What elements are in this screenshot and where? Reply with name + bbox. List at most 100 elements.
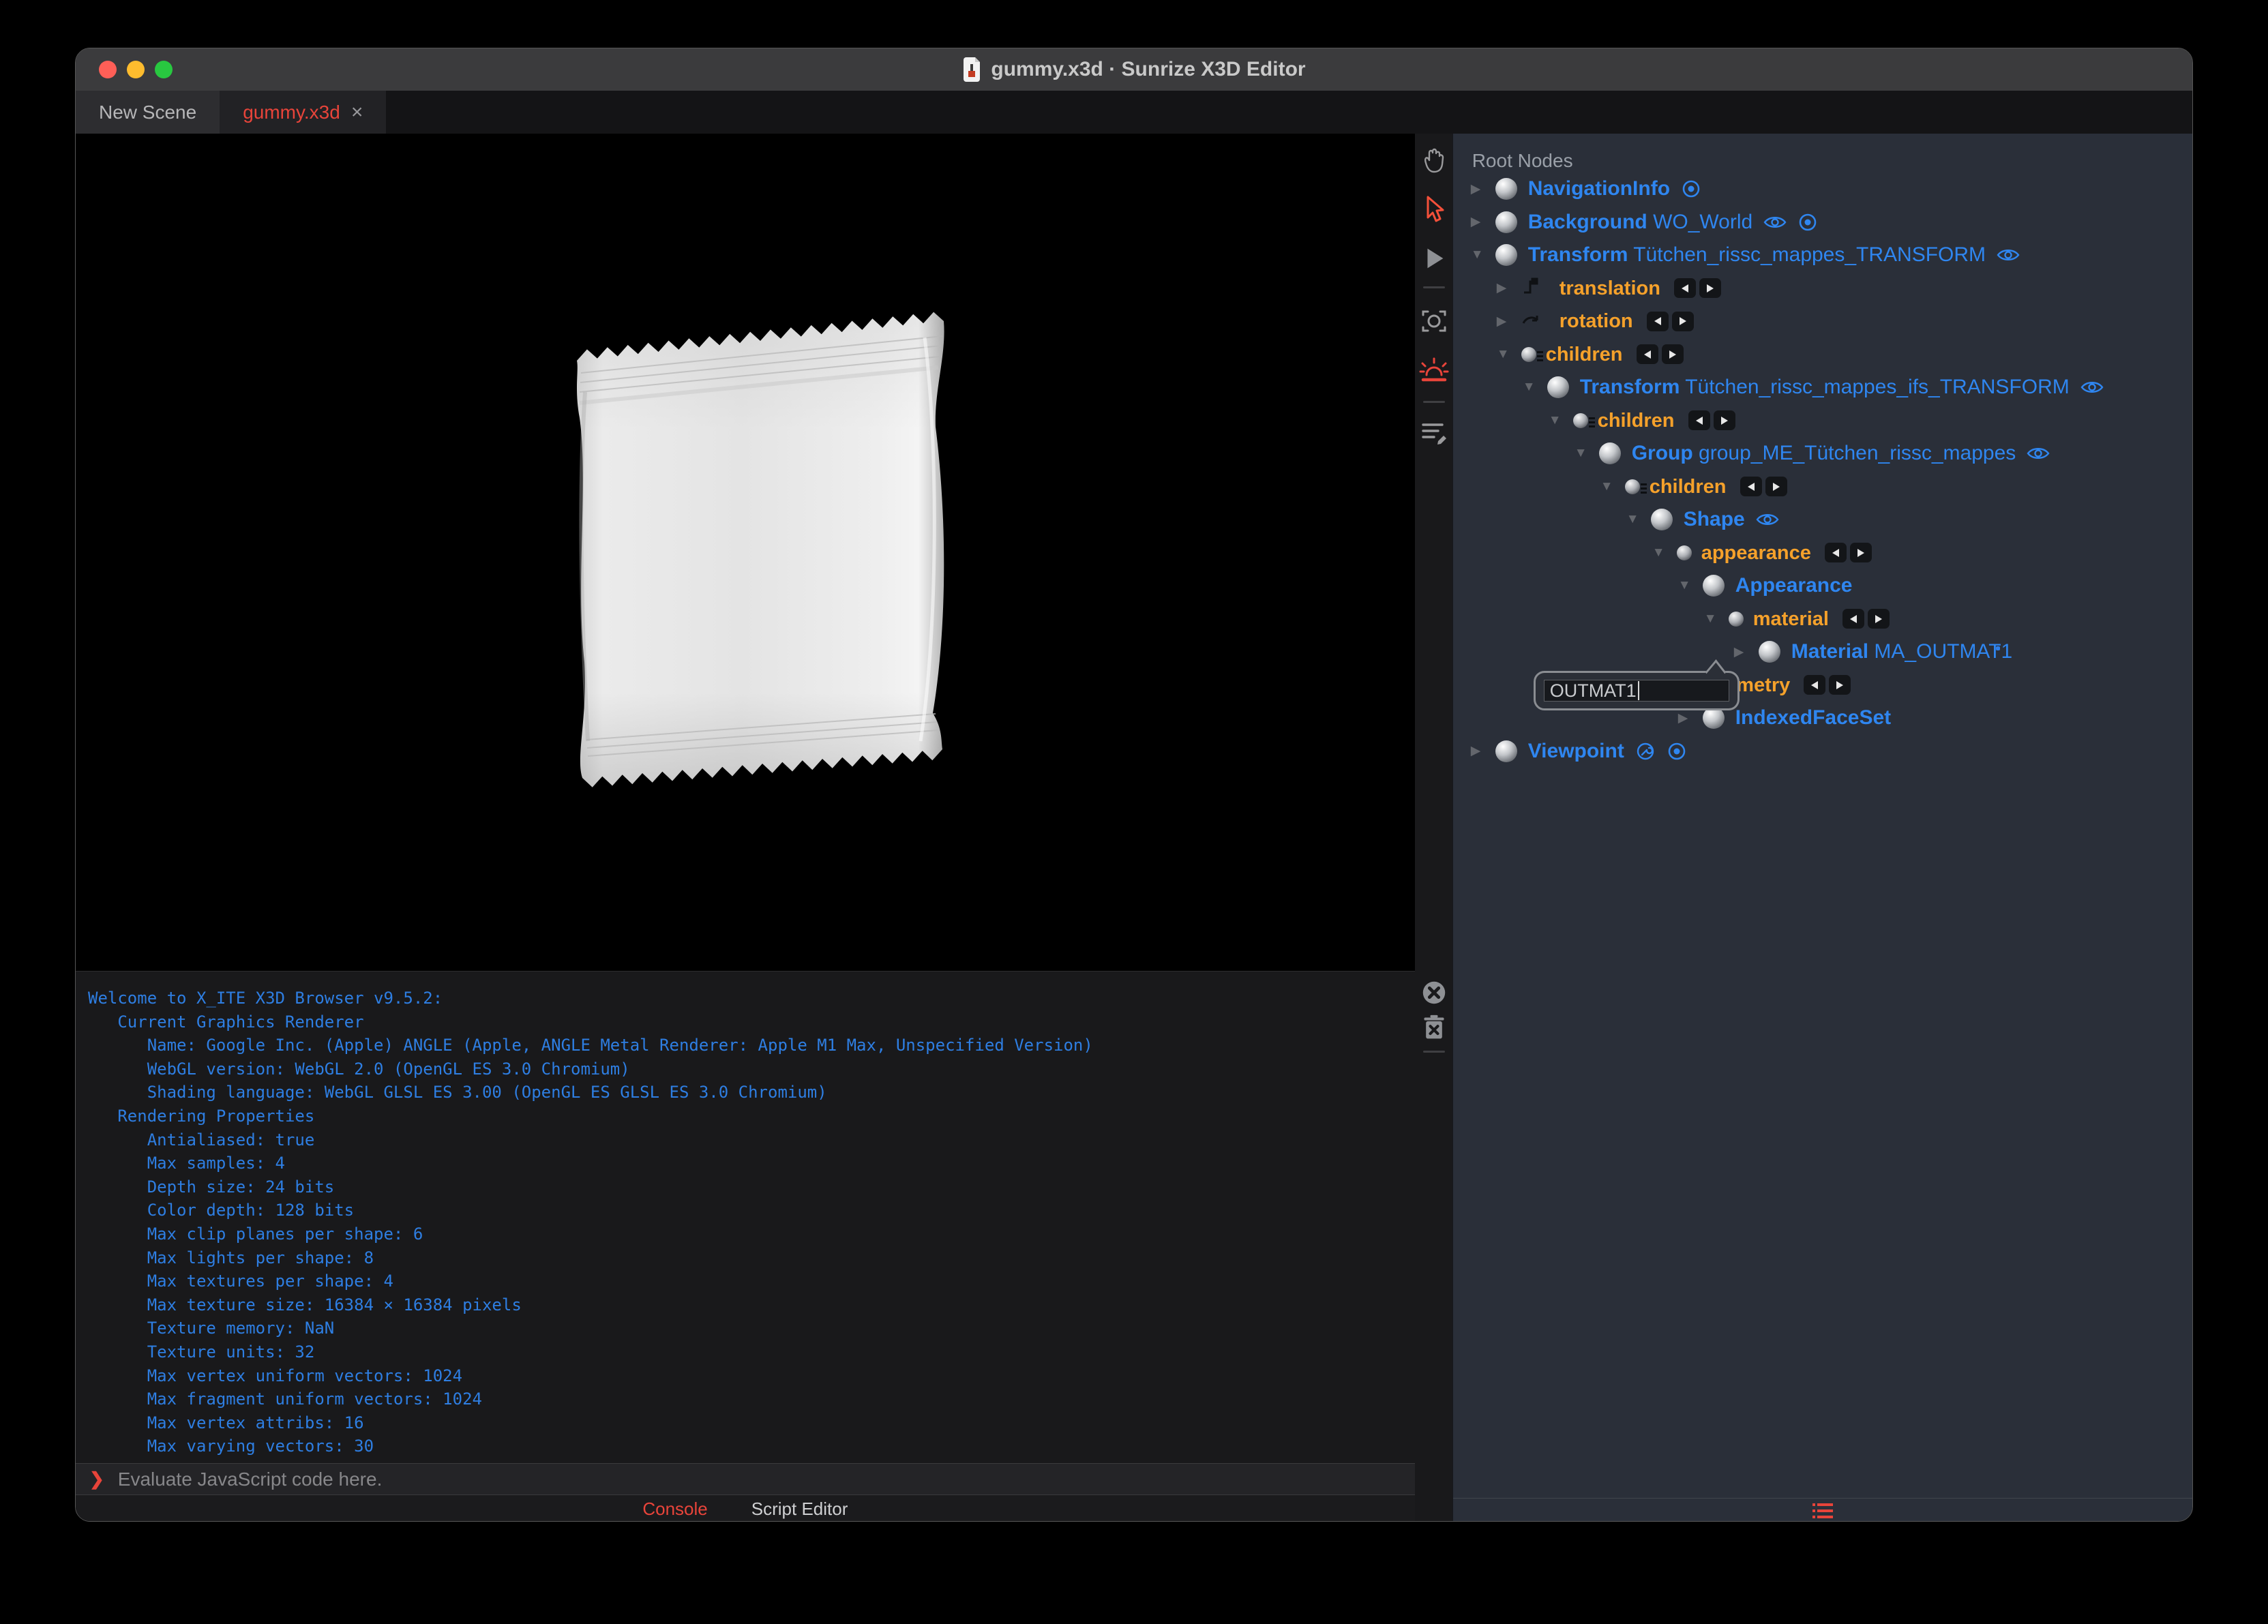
collapse-arrow-icon[interactable]: ▼ — [1678, 578, 1703, 593]
eye-icon[interactable] — [2080, 379, 2104, 395]
outline-editor-panel: Root Nodes ▶ NavigationInfo ▶ Background WO… — [1452, 134, 2192, 1521]
expand-arrow-icon[interactable]: ▶ — [1471, 214, 1495, 230]
row-label: appearance — [1701, 541, 1811, 565]
expand-arrow-icon[interactable]: ▶ — [1471, 181, 1495, 197]
zoom-window-button[interactable] — [155, 61, 173, 78]
eye-icon[interactable] — [1756, 511, 1779, 528]
bind-icon[interactable] — [1681, 179, 1701, 199]
node-row-shape[interactable]: ▼ Shape — [1453, 503, 2192, 537]
wrench-icon[interactable] — [1635, 741, 1656, 762]
document-tab-bar: New Scene gummy.x3d × — [76, 91, 2192, 134]
tab-gummy-x3d[interactable]: gummy.x3d × — [220, 91, 387, 134]
node-sphere-icon — [1758, 641, 1780, 663]
tab-script-editor[interactable]: Script Editor — [751, 1499, 848, 1520]
row-type-label: Appearance — [1735, 574, 1853, 597]
field-row-appearance[interactable]: ▼ appearance — [1453, 537, 2192, 570]
route-connectors-icon[interactable] — [1842, 609, 1890, 629]
select-arrow-icon[interactable] — [1418, 194, 1450, 225]
expand-arrow-icon[interactable]: ▶ — [1497, 314, 1521, 329]
eye-icon[interactable] — [1763, 214, 1787, 230]
translation-glyph-icon — [1521, 277, 1549, 299]
route-connectors-icon[interactable] — [1804, 675, 1851, 695]
route-connectors-icon[interactable] — [1688, 410, 1735, 431]
rename-input[interactable]: OUTMAT1 — [1543, 680, 1729, 702]
app-window: gummy.x3d · Sunrize X3D Editor New Scene… — [75, 48, 2193, 1522]
title-bar[interactable]: gummy.x3d · Sunrize X3D Editor — [76, 48, 2192, 91]
expand-arrow-icon[interactable]: ▶ — [1734, 644, 1759, 660]
expand-arrow-icon[interactable]: ▶ — [1497, 280, 1521, 296]
minimize-window-button[interactable] — [127, 61, 145, 78]
clear-messages-trash-icon[interactable] — [1418, 1012, 1450, 1043]
row-label: Group group_ME_Tütchen_rissc_mappes — [1632, 442, 2016, 465]
row-label: Background WO_World — [1528, 211, 1753, 234]
node-row-transform[interactable]: ▼ Transform Tütchen_rissc_mappes_ifs_TRAN… — [1453, 371, 2192, 404]
pan-hand-icon[interactable] — [1418, 145, 1450, 176]
toolbar-divider — [1422, 401, 1445, 403]
route-connectors-icon[interactable] — [1646, 311, 1694, 331]
outline-list-icon[interactable] — [1812, 1502, 1833, 1520]
play-icon[interactable] — [1418, 243, 1450, 274]
console-input-row: ❯ — [76, 1463, 1415, 1495]
collapse-arrow-icon[interactable]: ▼ — [1497, 347, 1521, 362]
collapse-arrow-icon[interactable]: ▼ — [1704, 612, 1729, 627]
row-type-label: appearance — [1701, 541, 1811, 564]
node-row-transform[interactable]: ▼ Transform Tütchen_rissc_mappes_TRANSFOR… — [1453, 239, 2192, 272]
bind-icon[interactable] — [1797, 212, 1818, 232]
route-connectors-icon[interactable] — [1636, 344, 1684, 365]
tab-close-icon[interactable]: × — [351, 101, 363, 124]
node-row-background[interactable]: ▶ Background WO_World — [1453, 206, 2192, 239]
window-title: gummy.x3d · Sunrize X3D Editor — [962, 57, 1306, 82]
collapse-arrow-icon[interactable]: ▼ — [1652, 545, 1677, 560]
collapse-arrow-icon[interactable]: ▼ — [1575, 446, 1599, 461]
field-row-translation[interactable]: ▶ translation — [1453, 272, 2192, 305]
field-row-children[interactable]: ▼ children — [1453, 338, 2192, 372]
collapse-arrow-icon[interactable]: ▼ — [1523, 380, 1547, 395]
node-sphere-icon — [1547, 376, 1569, 399]
3d-viewport[interactable] — [76, 134, 1415, 971]
field-row-children[interactable]: ▼ children — [1453, 470, 2192, 504]
row-type-label: Material — [1791, 640, 1869, 663]
tab-console[interactable]: Console — [642, 1499, 707, 1520]
eye-icon[interactable] — [2027, 445, 2050, 462]
field-row-material[interactable]: ▼ material — [1453, 603, 2192, 636]
close-window-button[interactable] — [99, 61, 117, 78]
clear-console-icon[interactable] — [1418, 977, 1450, 1008]
node-row-group[interactable]: ▼ Group group_ME_Tütchen_rissc_mappes — [1453, 437, 2192, 470]
snapshot-camera-icon[interactable] — [1418, 305, 1450, 337]
console-output: Welcome to X_ITE X3D Browser v9.5.2: Cur… — [88, 989, 1093, 1456]
node-sphere-icon — [1598, 442, 1621, 465]
bind-icon[interactable] — [1667, 741, 1687, 762]
node-row-viewpoint[interactable]: ▶ Viewpoint — [1453, 735, 2192, 768]
expand-arrow-icon[interactable]: ▶ — [1678, 710, 1703, 726]
row-label: material — [1753, 607, 1829, 631]
console-input[interactable] — [116, 1467, 1208, 1491]
node-row-navigationinfo[interactable]: ▶ NavigationInfo — [1453, 172, 2192, 206]
field-row-children[interactable]: ▼ children — [1453, 404, 2192, 438]
row-def-name: WO_World — [1647, 210, 1753, 233]
row-label: Viewpoint — [1528, 740, 1624, 763]
route-connectors-icon[interactable] — [1824, 543, 1872, 563]
script-edit-icon[interactable] — [1418, 416, 1450, 447]
sunrise-light-icon[interactable] — [1418, 355, 1450, 386]
tab-new-scene[interactable]: New Scene — [76, 91, 220, 134]
node-row-appearance[interactable]: ▼ Appearance — [1453, 569, 2192, 603]
row-type-label: Transform — [1579, 376, 1680, 399]
collapse-arrow-icon[interactable]: ▼ — [1471, 247, 1495, 262]
collapse-arrow-icon[interactable]: ▼ — [1626, 512, 1651, 527]
collapse-arrow-icon[interactable]: ▼ — [1600, 479, 1625, 494]
expand-arrow-icon[interactable]: ▶ — [1471, 743, 1495, 759]
row-label: children — [1650, 475, 1727, 498]
route-connectors-icon[interactable] — [1740, 477, 1787, 497]
route-connectors-icon[interactable] — [1673, 278, 1721, 299]
viewport-3d-object-pouch[interactable] — [570, 307, 959, 792]
field-row-rotation[interactable]: ▶ rotation — [1453, 305, 2192, 338]
row-label: Appearance — [1735, 574, 1853, 597]
document-icon — [964, 57, 981, 82]
eye-icon[interactable] — [1997, 247, 2020, 263]
node-sphere-icon — [1495, 244, 1517, 267]
collapse-arrow-icon[interactable]: ▼ — [1549, 413, 1573, 428]
node-row-material[interactable]: ▶ Material MA_OUTMAT1 — [1453, 635, 2192, 669]
node-sphere-icon — [1495, 178, 1517, 200]
row-label: rotation — [1560, 310, 1633, 333]
node-sphere-icon — [1650, 509, 1673, 531]
